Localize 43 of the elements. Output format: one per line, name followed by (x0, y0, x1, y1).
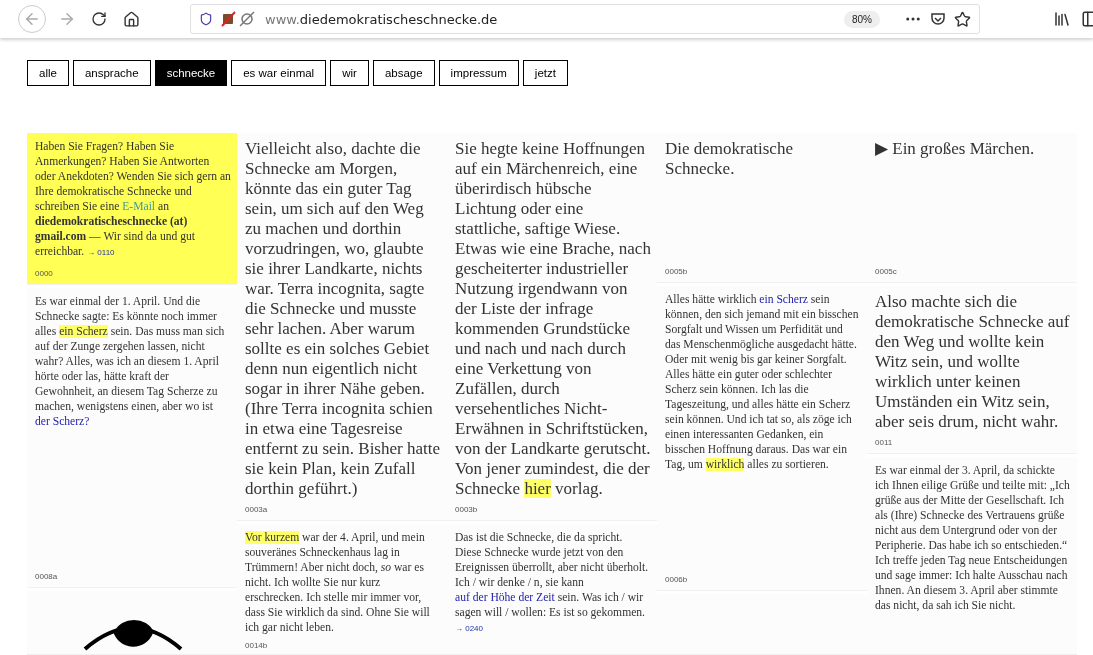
card-text: Es war einmal der 3. April, da schickte ich Ihnen eilige Grüße und teilte mit: „Ich grüße aus der Mitte der Gesellschaft. Ich als (Ihre) Schnecke des Vertrauens grüße nicht aus dem Untergrund oder von der Peripherie. Das habe ich so entschieden.“ Ich treffe jeden Tag neue Entscheidungen und sage immer: Ich halte Ausschau nach Ihnen. An diesem 3. April aber stimmte das nicht, da sah ich Sie nicht. (875, 463, 1071, 613)
card-text: Es war einmal der 1. April. Und die Schnecke sagte: Es könnte noch immer alles ein Scherz sein. Das muss man sich auf der Zunge zergehen lassen, nicht wahr? Alles, was ich an diesem 1. April hörte oder las, hätte kraft der Gewohnheit, an diesem Tag Scherze zu machen, wenigstens einen, aber wo ist der Scherz? (35, 294, 226, 429)
text-link[interactable]: auf der Höhe der Zeit (455, 591, 555, 604)
card-number: 0005b (665, 266, 689, 276)
nav-tab[interactable]: wir (330, 60, 369, 86)
card-text: ▶ Ein großes Märchen. (875, 139, 1036, 159)
zoom-level[interactable]: 80% (844, 10, 880, 28)
nav-tab[interactable]: absage (372, 60, 435, 86)
card-text: Vielleicht also, dachte die Schnecke am Morgen, könnte das ein guter Tag sein, um sich auf den Weg zu machen und dorthin vorzudringen, wo, glaubte sie ihrer Landkarte, nichts war. Terra incognita, sagte die Schnecke und musste sehr lachen. Aber warum sollte es ein solches Gebiet denn nun eigentlich nicht sogar in ihrer Nähe geben. (Ihre Terra incognita schien in etwa eine Tagesreise entfernt zu sein. Bisher hatte sie kein Plan, kein Zufall dorthin geführt.) (245, 139, 441, 499)
text-link[interactable]: der Scherz? (35, 415, 90, 428)
nav-tab[interactable]: jetzt (522, 60, 568, 86)
card-number: 0008a (35, 571, 59, 581)
library-icon[interactable] (1053, 10, 1071, 28)
card-number: 0011 (875, 437, 894, 447)
blocked-permissions-icon[interactable] (221, 11, 257, 27)
card-text: Haben Sie Fragen? Haben Sie Anmerkungen? Haben Sie Antworten oder Anekdoten? Wenden Sie sich gern an Ihre demokratische Schnecke und schreiben Sie eine E-Mail an diedemokratischeschnecke (at) gmail.com — Wir sind da und gut erreichbar. → 0110 (35, 139, 231, 260)
card-text: Die demokratische Schnecke. (665, 139, 794, 179)
card-number: 0000 (35, 268, 54, 278)
card-text: Sie hegte keine Hoffnungen auf ein Märchenreich, eine überirdisch hübsche Lichtung oder eine stattliche, saftige Wiese. Etwas wie eine Brache, nach gescheiterter industrieller Nutzung irgendwann von der Liste der infrage kommenden Grundstücke und nach und nach durch eine Verkettung von Zufällen, durch versehentliches Nicht-Erwähnen in Schriftstücken, von der Landkarte gerutscht. Von jener zumindest, die der Schnecke hier vorlag. (455, 139, 651, 499)
url-text[interactable]: www.diedemokratischeschnecke.de (265, 11, 836, 27)
nav-tab[interactable]: alle (27, 60, 69, 86)
card-text: Das ist die Schnecke, die da spricht. Diese Schnecke wurde jetzt von den Ereignissen überrollt, aber nicht überholt. Ich / wir denke / n, sie kann auf der Höhe der Zeit sein. Was ich / wir sagen will / wollen: Es ist so gekommen. → 0240 (455, 530, 650, 635)
shield-icon[interactable] (199, 12, 213, 26)
nav-tab[interactable]: es war einmal (231, 60, 327, 86)
card-number: 0003b (455, 504, 479, 514)
text-link[interactable]: ein Scherz (759, 293, 808, 306)
card-text: Alles hätte wirklich ein Scherz sein können, den sich jemand mit ein bisschen Sorgfalt und Wissen um Perfidität und das Menschenmögliche ausgedacht hätte. Oder mit wenig bis gar keiner Sorgfalt. Alles hätte ein guter oder schlechter Scherz sein können. Ich las die Tageszeitung, und alles hätte ein Scherz sein können. Und ich tat so, als zöge ich einen interessanten Gedanken, ein bisschen Hoffnung daraus. Das war ein Tag, um wirklich alles zu sortieren. (665, 292, 860, 472)
card-number: 0006b (665, 574, 689, 584)
card-number: 0014b (245, 640, 269, 650)
bookmark-star-icon[interactable] (954, 10, 971, 28)
highlighted-phrase: wirklich (705, 458, 745, 471)
nav-tab[interactable]: impressum (438, 60, 519, 86)
nav-tab[interactable]: schnecke (154, 60, 228, 86)
card-text: Vor kurzem war der 4. April, und mein souveränes Schneckenhaus lag in Trümmern! Aber nicht doch, so war es nicht. Ich wollte Sie nur kurz erschrecken. Ich stelle mir immer vor, dass Sie wirklich da sind. Ohne Sie will ich gar nicht leben. (245, 530, 431, 635)
highlighted-phrase: hier (524, 479, 551, 498)
highlighted-phrase: Vor kurzem (245, 531, 300, 544)
nav-tab[interactable]: ansprache (72, 60, 151, 86)
pocket-icon[interactable] (930, 11, 946, 27)
card-text: Also machte sich die demokratische Schnecke auf den Weg und wollte kein Witz sein, und wollte wirklich unter keinen Umständen ein Witz sein, aber seis drum, nicht wahr. (875, 292, 1071, 432)
card-number: 0005c (875, 266, 898, 276)
highlighted-phrase: ein Scherz (59, 325, 108, 338)
card-number: 0003a (245, 504, 269, 514)
address-bar[interactable]: www.diedemokratischeschnecke.de 80% (190, 4, 980, 34)
